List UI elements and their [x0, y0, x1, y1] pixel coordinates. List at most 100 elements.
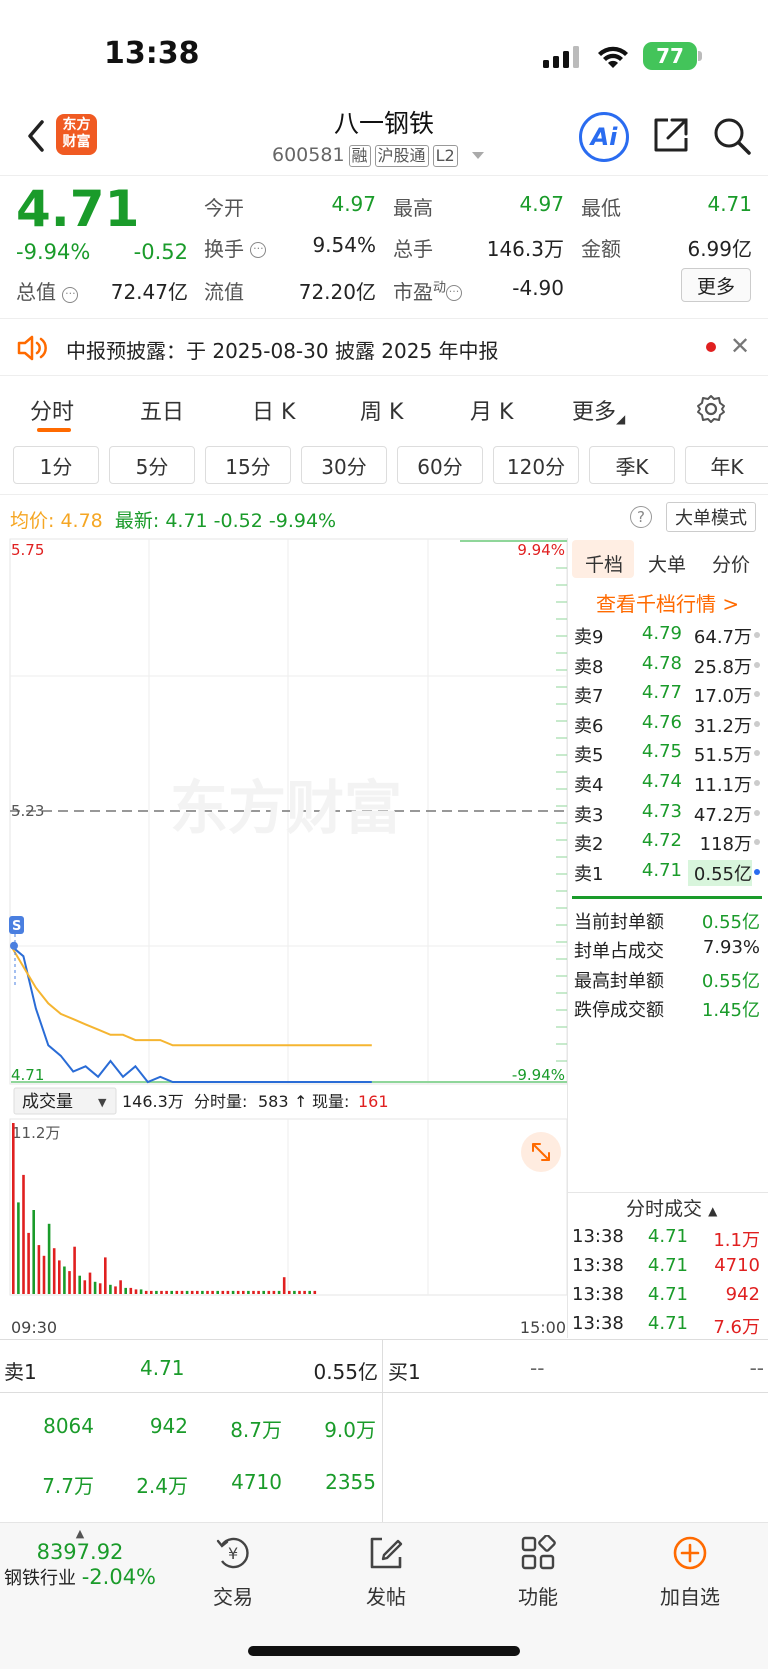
period-60min[interactable]: 60分 [397, 446, 483, 484]
volume-bar [257, 1290, 260, 1294]
ask-label: 卖5 [574, 745, 604, 767]
trades-title[interactable]: 分时成交 ▲ [626, 1194, 717, 1221]
order-book-tab-price[interactable]: 分价 [712, 550, 750, 577]
depth-cell: 942 [149, 1414, 188, 1438]
volume-bar [242, 1290, 245, 1294]
watermark: 东方财富 [170, 774, 402, 842]
depth-cell: 4710 [231, 1470, 282, 1494]
volume-bar [104, 1257, 107, 1294]
volume-bar [155, 1290, 158, 1294]
notice-bar[interactable]: 中报预披露：于 2025-08-30 披露 2025 年中报 [0, 318, 768, 376]
volume-info-val2: 161 [358, 1092, 389, 1111]
volume-info-label1: 分时量: [194, 1092, 247, 1111]
nav-trade[interactable]: 交易 [193, 1581, 273, 1610]
ask-row[interactable]: 卖4 4.74 11.1万 [572, 771, 762, 799]
level-dot [754, 661, 760, 668]
ask-row[interactable]: 卖3 4.73 47.2万 [572, 801, 762, 829]
nav-functions[interactable]: 功能 [498, 1581, 578, 1610]
ask-row[interactable]: 卖5 4.75 51.5万 [572, 741, 762, 769]
depth-sell1-volume: 0.55亿 [313, 1360, 378, 1384]
volume-bar [308, 1290, 311, 1294]
ask-volume: 118万 [699, 834, 752, 856]
volume-bar [124, 1287, 127, 1294]
full-depth-link[interactable]: 查看千档行情 > [596, 588, 739, 617]
total-value-label[interactable]: 总值 ··· [16, 276, 79, 305]
period-30min[interactable]: 30分 [301, 446, 387, 484]
volume-bar [247, 1290, 250, 1294]
volume-bar [22, 1174, 25, 1294]
tab-daily-k[interactable]: 日 K [252, 394, 295, 426]
tab-weekly-k[interactable]: 周 K [360, 394, 403, 426]
tab-more[interactable]: 更多◢ [572, 394, 625, 426]
pe-value: -4.90 [512, 276, 564, 300]
battery-tip [698, 51, 702, 61]
nav-add-watchlist[interactable]: 加自选 [650, 1581, 730, 1610]
help-icon[interactable]: ? [630, 506, 652, 528]
pe-label[interactable]: 市盈动 ··· [393, 276, 463, 305]
ask-price: 4.71 [641, 859, 682, 881]
ask-row[interactable]: 卖7 4.77 17.0万 [572, 682, 762, 710]
ask-row[interactable]: 卖8 4.78 25.8万 [572, 653, 762, 681]
close-icon[interactable]: ✕ [730, 332, 750, 360]
volume-bar [226, 1290, 230, 1294]
volume-bar [170, 1290, 173, 1294]
sort-caret-icon: ▲ [708, 1204, 718, 1218]
volume-bar [236, 1290, 240, 1294]
big-order-mode-button[interactable]: 大单模式 [666, 502, 756, 532]
tag-connect: 沪股通 [374, 145, 429, 167]
depth-cell: 2.4万 [136, 1474, 188, 1498]
settings-gear-icon[interactable] [696, 394, 726, 424]
volume-bar [303, 1290, 306, 1294]
stock-tags[interactable]: 600581 融沪股通 L2 [272, 144, 484, 167]
ask-bid-divider [572, 896, 762, 899]
signal-icon [543, 46, 579, 68]
order-book-tab-full[interactable]: 千档 [585, 550, 623, 577]
volume-bar [114, 1286, 117, 1294]
ask-price: 4.72 [641, 830, 682, 852]
tab-monthly-k[interactable]: 月 K [470, 394, 513, 426]
volume-bar [63, 1266, 66, 1294]
up-caret-icon: ▲ [75, 1527, 85, 1540]
turnover-label[interactable]: 换手 ··· [204, 233, 267, 262]
ask-row[interactable]: 卖9 4.79 64.7万 [572, 623, 762, 651]
volume-bar [313, 1290, 317, 1294]
ask-row[interactable]: 卖1 4.71 0.55亿 [572, 859, 762, 888]
level-dot [754, 750, 760, 757]
volume-bar [17, 1202, 20, 1294]
period-5min[interactable]: 5分 [109, 446, 195, 484]
volume-bar [98, 1283, 102, 1294]
volume-bar [277, 1290, 281, 1294]
period-year-k[interactable]: 年K [685, 446, 768, 484]
low-value: 4.71 [707, 192, 752, 216]
low-label: 最低 [581, 196, 621, 220]
seal-row: 封单占成交 7.93% [574, 937, 760, 962]
speaker-icon [17, 335, 47, 361]
period-quarter-k[interactable]: 季K [589, 446, 675, 484]
order-book-tab-large[interactable]: 大单 [648, 550, 686, 577]
intraday-chart[interactable]: 东方财富 5.75 5.23 4.71 9.94% -9.94% S 成交量 ▼… [0, 538, 568, 1338]
ask-row[interactable]: 卖6 4.76 31.2万 [572, 712, 762, 740]
share-icon[interactable] [652, 116, 690, 154]
current-price: 4.71 [16, 180, 140, 238]
tab-five-day[interactable]: 五日 [140, 394, 184, 426]
ask-label: 卖4 [574, 775, 604, 796]
info-icon: ··· [62, 287, 79, 303]
divider [382, 1339, 383, 1522]
period-15min[interactable]: 15分 [205, 446, 291, 484]
more-button[interactable]: 更多 [681, 268, 751, 302]
trade-volume: 7.6万 [713, 1317, 760, 1338]
industry-index[interactable]: ▲ 8397.92 钢铁行业 -2.04% [2, 1527, 158, 1590]
ask-label: 卖6 [574, 715, 604, 737]
volume-bar [175, 1290, 179, 1294]
y-axis-top-label: 5.75 [11, 541, 44, 559]
time-start-label: 09:30 [11, 1318, 57, 1337]
nav-post[interactable]: 发帖 [346, 1581, 426, 1610]
tab-intraday[interactable]: 分时 [30, 394, 74, 426]
price-line [10, 945, 372, 1084]
period-1min[interactable]: 1分 [13, 446, 99, 484]
search-icon[interactable] [712, 116, 752, 156]
ask-row[interactable]: 卖2 4.72 118万 [572, 830, 762, 858]
ai-button[interactable]: Ai [579, 112, 629, 162]
period-120min[interactable]: 120分 [493, 446, 579, 484]
average-price-line [10, 945, 372, 1047]
